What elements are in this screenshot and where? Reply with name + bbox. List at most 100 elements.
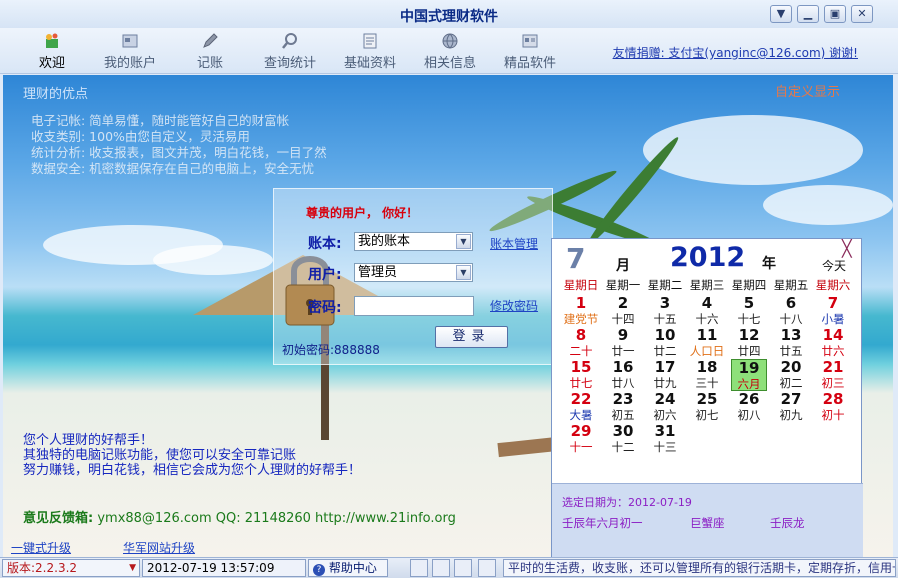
calendar-day[interactable]: 24 初六 [647, 391, 683, 423]
weekday-label: 星期二 [647, 278, 683, 292]
calendar-day[interactable]: 26 初八 [731, 391, 767, 423]
calendar-day-selected[interactable]: 19 六月 [731, 359, 767, 391]
cloud-shape [763, 185, 893, 225]
helper-line: 您个人理财的好帮手！ [23, 433, 154, 448]
calendar-day[interactable]: 27 初九 [773, 391, 809, 423]
calendar-day[interactable]: 2 十四 [605, 295, 641, 327]
custom-display-link[interactable]: 自定义显示 [775, 81, 840, 100]
calendar-day[interactable]: 29 十一 [563, 423, 599, 455]
book-manage-link[interactable]: 账本管理 [490, 235, 538, 252]
calendar-day[interactable]: 7 小暑 [815, 295, 851, 327]
calendar-day[interactable]: 28 初十 [815, 391, 851, 423]
tab-welcome[interactable]: 欢迎 [16, 30, 88, 72]
calendar-day[interactable]: 6 十八 [773, 295, 809, 327]
calendar-day[interactable]: 9 廿一 [605, 327, 641, 359]
cloud-shape [153, 245, 273, 275]
feedback-contact[interactable]: ymx88@126.com QQ: 21148260 http://www.21… [97, 511, 456, 526]
calendar-day[interactable]: 10 廿二 [647, 327, 683, 359]
calendar-day[interactable]: 1 建党节 [563, 295, 599, 327]
calendar-icon[interactable] [454, 559, 472, 577]
restore-button[interactable]: ▣ [824, 5, 846, 23]
one-click-upgrade-link[interactable]: 一键式升级 [11, 539, 71, 556]
minimize-button[interactable]: ▁ [797, 5, 819, 23]
chart-icon[interactable] [478, 559, 496, 577]
login-button[interactable]: 登录 [435, 326, 508, 348]
app-window: 中国式理财软件 ▼ ▁ ▣ ✕ 欢迎 我的账户 记账 查询统计 基础资料 相关信… [0, 0, 898, 578]
calendar-day[interactable]: 25 初七 [689, 391, 725, 423]
calendar-day[interactable]: 21 初三 [815, 359, 851, 391]
chevron-down-icon[interactable]: ▼ [129, 560, 136, 576]
weekday-label: 星期一 [605, 278, 641, 292]
donate-link[interactable]: 友情捐赠: 支付宝(yanginc@126.com) 谢谢! [613, 44, 858, 61]
tab-query-stats[interactable]: 查询统计 [254, 30, 326, 72]
help-center-label: 帮助中心 [328, 561, 377, 575]
password-input[interactable] [354, 296, 474, 316]
status-bar: 版本:2.2.3.2 ▼ 2012-07-19 13:57:09 ? 帮助中心 … [0, 557, 898, 578]
calendar-day[interactable]: 18 三十 [689, 359, 725, 391]
chevron-down-icon[interactable]: ▼ [456, 234, 471, 249]
tab-related-info[interactable]: 相关信息 [414, 30, 486, 72]
software-icon [522, 34, 538, 48]
calendar-day[interactable]: 16 廿八 [605, 359, 641, 391]
calendar-day[interactable]: 22 大暑 [563, 391, 599, 423]
calculator-icon[interactable] [410, 559, 428, 577]
calendar-day[interactable]: 11 人口日 [689, 327, 725, 359]
calendar-month[interactable]: 7 [566, 242, 585, 275]
version-value: 版本:2.2.3.2 [7, 561, 78, 575]
magnifier-icon [282, 33, 297, 49]
calendar-day[interactable]: 23 初五 [605, 391, 641, 423]
calendar-day[interactable]: 12 廿四 [731, 327, 767, 359]
window-title: 中国式理财软件 [400, 9, 498, 25]
change-password-link[interactable]: 修改密码 [490, 297, 538, 314]
calendar-day[interactable]: 31 十三 [647, 423, 683, 455]
tab-base-data[interactable]: 基础资料 [334, 30, 406, 72]
calendar-widget: 7 月 2012 年 今天 ╳ 星期日 星期一 星期二 星期三 星期四 星期五 … [551, 238, 863, 557]
tab-welcome-label: 欢迎 [38, 56, 65, 71]
tab-software[interactable]: 精品软件 [494, 30, 566, 72]
calendar-day[interactable]: 14 廿六 [815, 327, 851, 359]
calendar-day[interactable]: 5 十七 [731, 295, 767, 327]
marquee-ticker: 平时的生活费，收支账，还可以管理所有的银行活期卡，定期存折，信用卡 [503, 559, 896, 577]
calendar-day[interactable]: 8 二十 [563, 327, 599, 359]
password-label: 密码: [308, 300, 342, 316]
login-greeting: 尊贵的用户， 你好！ [306, 206, 419, 220]
calendar-day[interactable]: 17 廿九 [647, 359, 683, 391]
welcome-panel: 理财的优点 电子记帐: 简单易懂，随时能管好自己的财富帐 收支类别: 100%由… [3, 75, 893, 557]
book-select[interactable]: 我的账本 ▼ [354, 232, 473, 251]
lunar-date: 壬辰年六月初一 [562, 516, 643, 530]
calendar-month-label: 月 [616, 258, 630, 274]
welcome-icon [46, 33, 58, 48]
calendar-day[interactable]: 20 初二 [773, 359, 809, 391]
tab-bookkeeping[interactable]: 记账 [174, 30, 246, 72]
user-label: 用户: [308, 267, 342, 283]
calendar-day[interactable]: 13 廿五 [773, 327, 809, 359]
advantages-title: 理财的优点 [23, 87, 89, 102]
weekday-label: 星期五 [773, 278, 809, 292]
user-select[interactable]: 管理员 ▼ [354, 263, 473, 282]
advantage-item: 收支类别: 100%由您自定义，灵活易用 [31, 129, 250, 144]
notepad-icon[interactable] [432, 559, 450, 577]
version-select[interactable]: 版本:2.2.3.2 ▼ [2, 559, 140, 577]
close-button[interactable]: ✕ [851, 5, 873, 23]
user-select-value: 管理员 [358, 265, 398, 280]
menu-dropdown-button[interactable]: ▼ [770, 5, 792, 23]
initial-password-hint: 初始密码:888888 [282, 343, 380, 357]
help-icon: ? [313, 564, 325, 576]
huajun-upgrade-link[interactable]: 华军网站升级 [123, 539, 195, 556]
advantages-list: 电子记帐: 简单易懂，随时能管好自己的财富帐 收支类别: 100%由您自定义，灵… [31, 113, 327, 177]
advantage-item: 数据安全: 机密数据保存在自己的电脑上，安全无忧 [31, 161, 315, 176]
calendar-year[interactable]: 2012 [670, 242, 745, 273]
help-center-button[interactable]: ? 帮助中心 [308, 559, 388, 577]
globe-icon [442, 33, 458, 49]
calendar-today-button[interactable]: 今天 [822, 257, 846, 274]
book-select-value: 我的账本 [358, 234, 411, 249]
tab-my-account[interactable]: 我的账户 [94, 30, 166, 72]
close-icon[interactable]: ╳ [842, 239, 852, 258]
calendar-header: 7 月 2012 年 今天 ╳ [552, 239, 863, 281]
calendar-day[interactable]: 15 廿七 [563, 359, 599, 391]
calendar-weekday-row: 星期日 星期一 星期二 星期三 星期四 星期五 星期六 [560, 277, 860, 295]
calendar-day[interactable]: 3 十五 [647, 295, 683, 327]
calendar-day[interactable]: 30 十二 [605, 423, 641, 455]
chevron-down-icon[interactable]: ▼ [456, 265, 471, 280]
calendar-day[interactable]: 4 十六 [689, 295, 725, 327]
